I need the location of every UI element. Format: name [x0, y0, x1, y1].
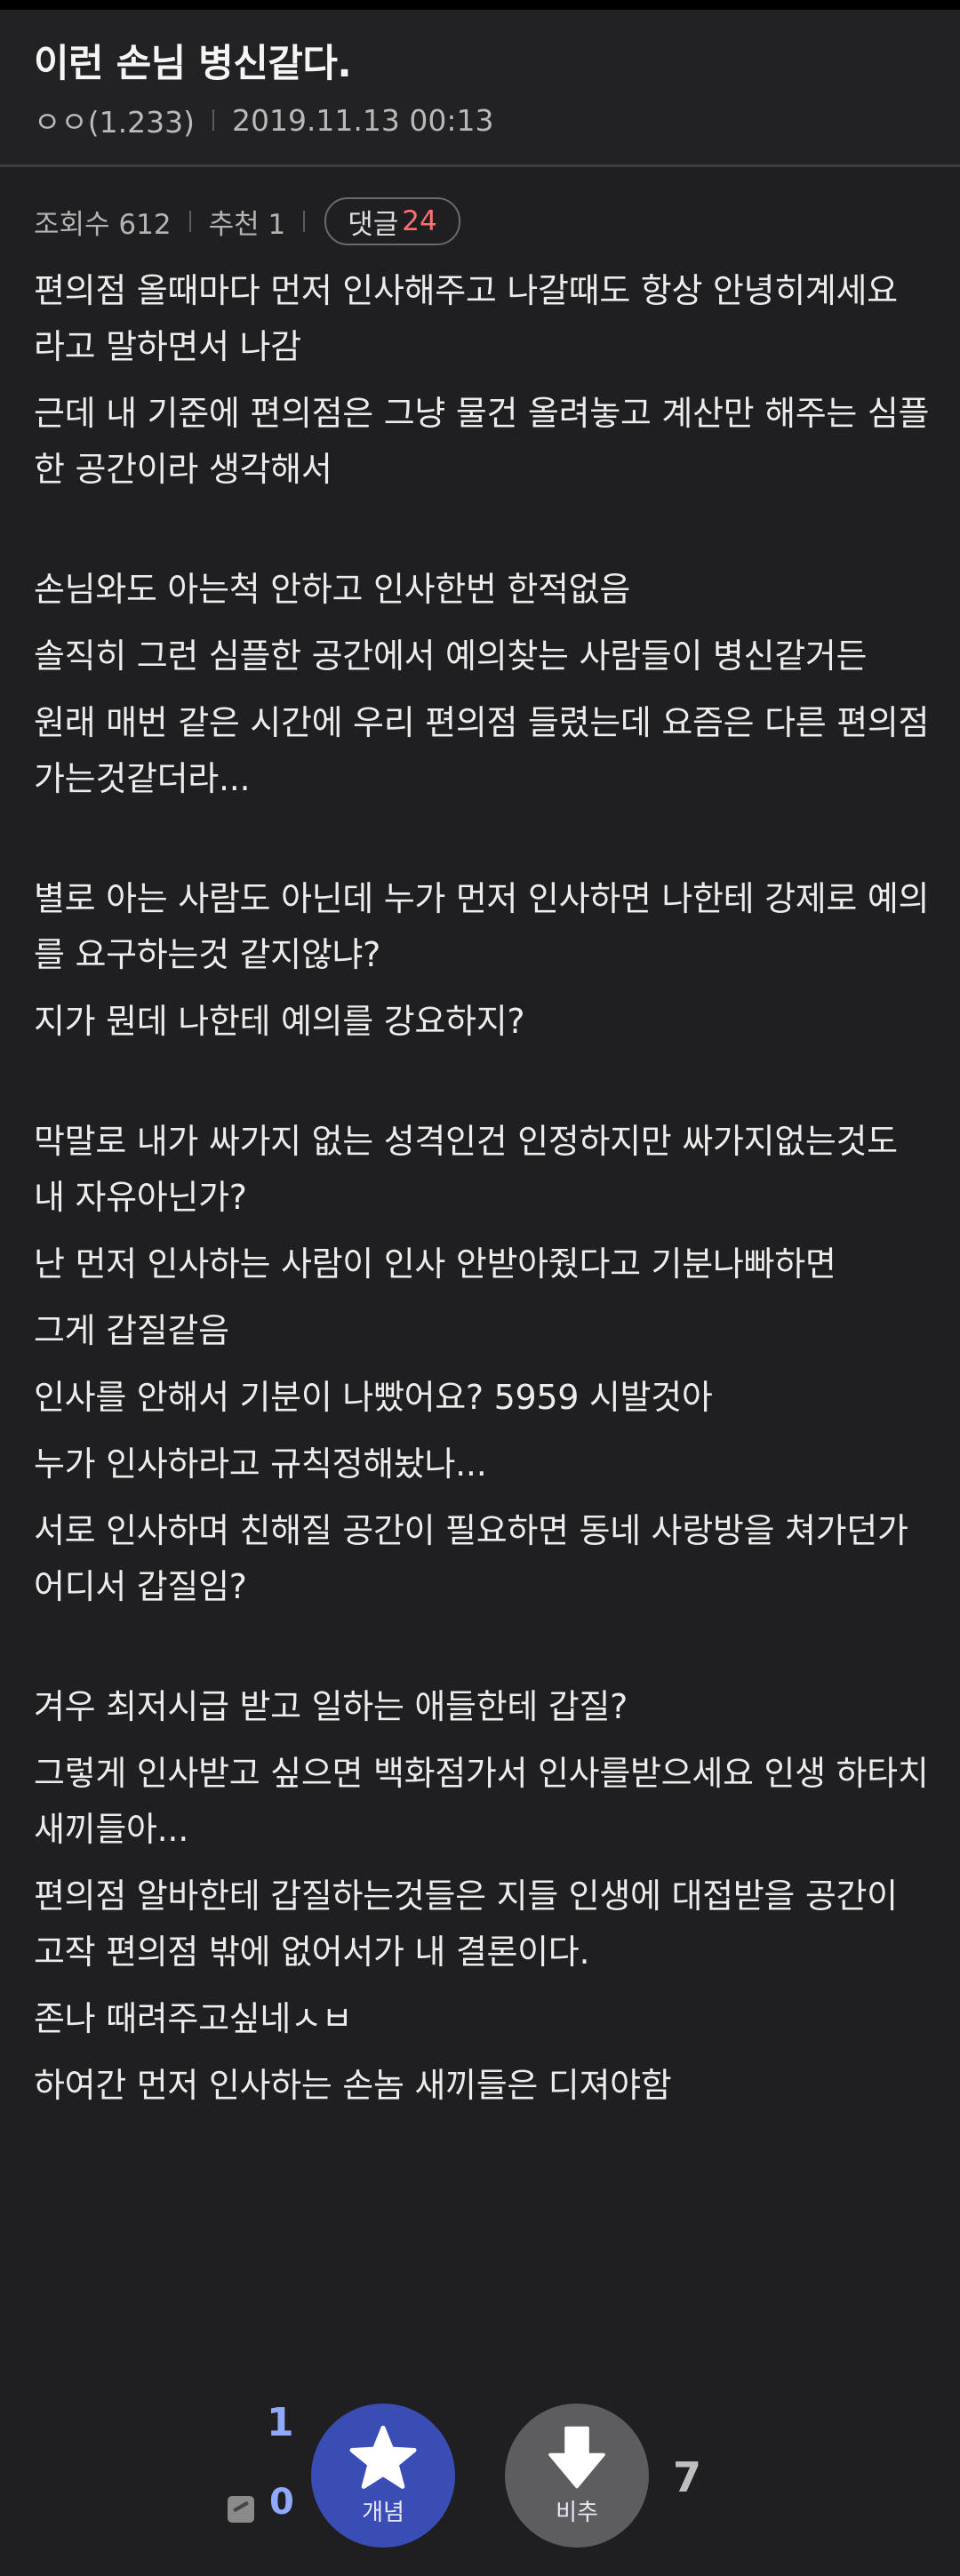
meta-divider [212, 109, 214, 131]
body-paragraph: 원래 매번 같은 시간에 우리 편의점 들렸는데 요즘은 다른 편의점 가는것같… [34, 703, 930, 798]
downvote-button[interactable]: 비추 [505, 2404, 649, 2548]
view-count: 조회수 612 [34, 208, 172, 241]
upvote-count: 1 [267, 2400, 294, 2445]
stats-divider [303, 211, 306, 232]
body-paragraph: 편의점 올때마다 먼저 인사해주고 나갈때도 항상 안녕히계세요 라고 말하면서… [34, 271, 898, 366]
star-icon [349, 2425, 417, 2489]
post-title: 이런 손님 병신같다. [34, 42, 352, 86]
upvote-label: 개념 [362, 2499, 404, 2526]
post-header: 이런 손님 병신같다. ㅇㅇ(1.233) 2019.11.13 00:13 [0, 10, 960, 164]
fixed-upvote-count: 0 [269, 2482, 294, 2523]
body-paragraph: 누가 인사하라고 규칙정해놨나... [34, 1444, 487, 1484]
vote-bar: 1 0 개념 비추 7 [0, 2400, 960, 2551]
body-paragraph: 존나 때려주고싶네ㅅㅂ [34, 1999, 353, 2038]
body-paragraph: 그렇게 인사받고 싶으면 백화점가서 인사를받으세요 인생 하타치 새끼들아..… [34, 1754, 929, 1849]
author-name[interactable]: ㅇㅇ(1.233) [34, 99, 195, 141]
body-paragraph: 별로 아는 사람도 아닌데 누가 먼저 인사하면 나한테 강제로 예의를 요구하… [34, 879, 930, 974]
body-paragraph: 겨우 최저시급 받고 일하는 애들한테 갑질? [34, 1687, 628, 1726]
body-paragraph: 근데 내 기준에 편의점은 그냥 물건 올려놓고 계산만 해주는 심플한 공간이… [34, 394, 930, 489]
post-datetime: 2019.11.13 00:13 [231, 102, 494, 138]
header-divider [0, 164, 960, 167]
upvote-button[interactable]: 개념 [311, 2404, 455, 2548]
body-paragraph: 난 먼저 인사하는 사람이 인사 안받아줬다고 기분나빠하면 [34, 1244, 836, 1284]
fixed-nick-icon [228, 2496, 254, 2523]
body-paragraph: 하여간 먼저 인사하는 손놈 새끼들은 디져야함 [34, 2066, 672, 2105]
body-paragraph: 인사를 안해서 기분이 나빴어요? 5959 시발것아 [34, 1378, 713, 1417]
arrow-down-icon [548, 2426, 605, 2488]
post-stats: 조회수 612 추천 1 댓글 24 [34, 197, 460, 245]
body-paragraph: 지가 뭔데 나한테 예의를 강요하지? [34, 1002, 525, 1041]
body-paragraph: 서로 인사하며 친해질 공간이 필요하면 동네 사랑방을 쳐가던가 어디서 갑질… [34, 1511, 908, 1606]
body-paragraph: 손님와도 아는척 안하고 인사한번 한적없음 [34, 570, 630, 609]
stats-divider [188, 211, 191, 232]
comments-count: 24 [402, 205, 437, 237]
comments-button[interactable]: 댓글 24 [324, 197, 460, 245]
body-paragraph: 그게 갑질같음 [34, 1311, 229, 1350]
post-body: 편의점 올때마다 먼저 인사해주고 나갈때도 항상 안녕히계세요 라고 말하면서… [34, 263, 932, 2124]
downvote-label: 비추 [556, 2499, 598, 2526]
body-paragraph: 편의점 알바한테 갑질하는것들은 지들 인생에 대접받을 공간이 고작 편의점 … [34, 1876, 898, 1972]
downvote-count: 7 [673, 2453, 702, 2501]
status-bar [0, 0, 960, 10]
comments-label: 댓글 [348, 208, 399, 241]
post-meta: ㅇㅇ(1.233) 2019.11.13 00:13 [34, 99, 494, 141]
recommend-count: 추천 1 [208, 208, 286, 241]
body-paragraph: 솔직히 그런 심플한 공간에서 예의찾는 사람들이 병신같거든 [34, 636, 868, 676]
body-paragraph: 막말로 내가 싸가지 없는 성격인건 인정하지만 싸가지없는것도 내 자유아닌가… [34, 1122, 898, 1217]
